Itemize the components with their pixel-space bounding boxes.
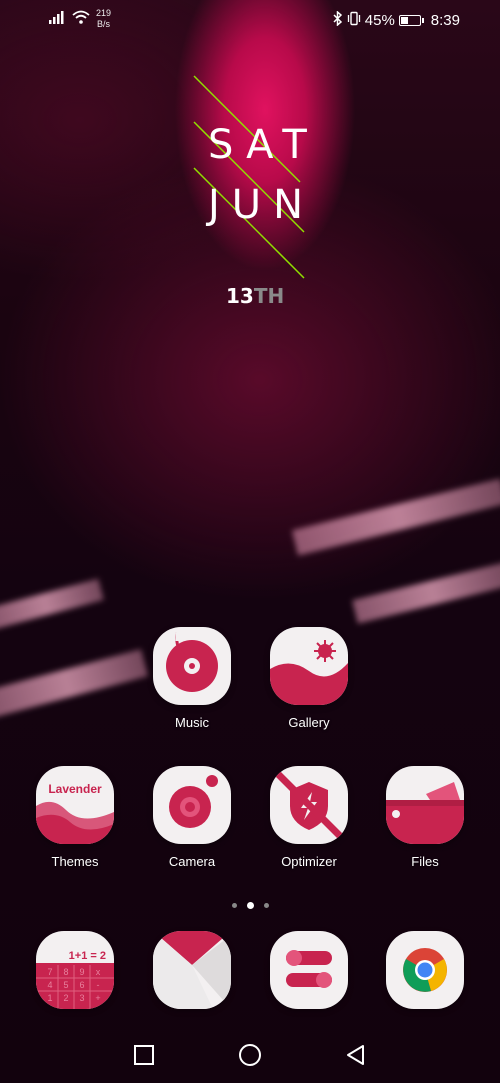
- page-dot[interactable]: [263, 903, 269, 908]
- battery-icon: [398, 15, 424, 26]
- page-indicator[interactable]: [0, 902, 500, 909]
- wallpaper-streak: [352, 561, 500, 624]
- settings-icon: [270, 931, 348, 1009]
- widget-month: JUN: [208, 182, 315, 228]
- svg-text:6: 6: [79, 980, 84, 990]
- bluetooth-icon: [333, 10, 343, 30]
- page-dot-active[interactable]: [246, 902, 254, 909]
- status-bar: 219 B/s 45% 8:39: [0, 0, 500, 38]
- dock-settings[interactable]: [264, 931, 354, 1009]
- svg-text:3: 3: [79, 993, 84, 1003]
- svg-text:9: 9: [79, 967, 84, 977]
- wallpaper-streak: [291, 478, 500, 556]
- themes-icon: Lavender: [36, 766, 114, 844]
- svg-text:1: 1: [47, 993, 52, 1003]
- app-themes[interactable]: Lavender Themes: [30, 766, 120, 869]
- svg-text:8: 8: [63, 967, 68, 977]
- vibrate-icon: [347, 11, 361, 30]
- optimizer-icon: [270, 766, 348, 844]
- calculator-icon-text: 1+1 = 2: [69, 950, 106, 962]
- dock-chrome[interactable]: [380, 931, 470, 1009]
- svg-text:2: 2: [63, 993, 68, 1003]
- wallpaper-streak: [0, 578, 104, 630]
- email-icon: [153, 931, 231, 1009]
- svg-text:5: 5: [63, 980, 68, 990]
- app-label: Camera: [168, 854, 216, 869]
- app-label: Optimizer: [281, 854, 337, 869]
- signal-icon: [48, 10, 66, 29]
- widget-date: 13TH: [226, 284, 285, 308]
- app-camera[interactable]: Camera: [147, 766, 237, 869]
- date-widget[interactable]: SAT JUN 13TH: [190, 70, 320, 308]
- music-icon: [153, 627, 231, 705]
- app-label: Themes: [51, 854, 99, 869]
- back-button[interactable]: [344, 1043, 368, 1067]
- app-optimizer[interactable]: Optimizer: [264, 766, 354, 869]
- page-dot[interactable]: [231, 903, 237, 908]
- recents-button[interactable]: [132, 1043, 156, 1067]
- app-label: Files: [411, 854, 439, 869]
- svg-text:x: x: [96, 967, 101, 977]
- svg-text:+: +: [95, 993, 100, 1003]
- triangle-back-icon: [347, 1045, 364, 1065]
- themes-icon-text: Lavender: [48, 782, 102, 796]
- navigation-bar: [0, 1035, 500, 1075]
- dock-calculator[interactable]: 1+1 = 2 7 8 9 x 4 5 6 - 1 2 3 +: [30, 931, 120, 1009]
- square-icon: [134, 1045, 154, 1065]
- dock-email[interactable]: [147, 931, 237, 1009]
- wallpaper-streak: [0, 649, 149, 718]
- app-label: Gallery: [288, 715, 330, 730]
- camera-icon: [153, 766, 231, 844]
- svg-text:4: 4: [47, 980, 52, 990]
- chrome-icon: [386, 931, 464, 1009]
- widget-day: SAT: [208, 122, 319, 168]
- app-files[interactable]: Files: [380, 766, 470, 869]
- gallery-icon: [270, 627, 348, 705]
- files-icon: [386, 766, 464, 844]
- diagonal-lines-decoration: [193, 75, 305, 279]
- app-label: Music: [175, 715, 209, 730]
- app-gallery[interactable]: Gallery: [264, 627, 354, 730]
- network-speed: 219 B/s: [96, 8, 112, 29]
- svg-text:-: -: [97, 980, 100, 990]
- circle-icon: [239, 1044, 261, 1066]
- svg-text:7: 7: [47, 967, 52, 977]
- battery-percent: 45%: [364, 12, 395, 29]
- wifi-icon: [72, 10, 90, 29]
- calculator-icon: 1+1 = 2 7 8 9 x 4 5 6 - 1 2 3 +: [36, 931, 114, 1009]
- app-music[interactable]: Music: [147, 627, 237, 730]
- home-button[interactable]: [238, 1043, 262, 1067]
- status-time: 8:39: [430, 12, 460, 29]
